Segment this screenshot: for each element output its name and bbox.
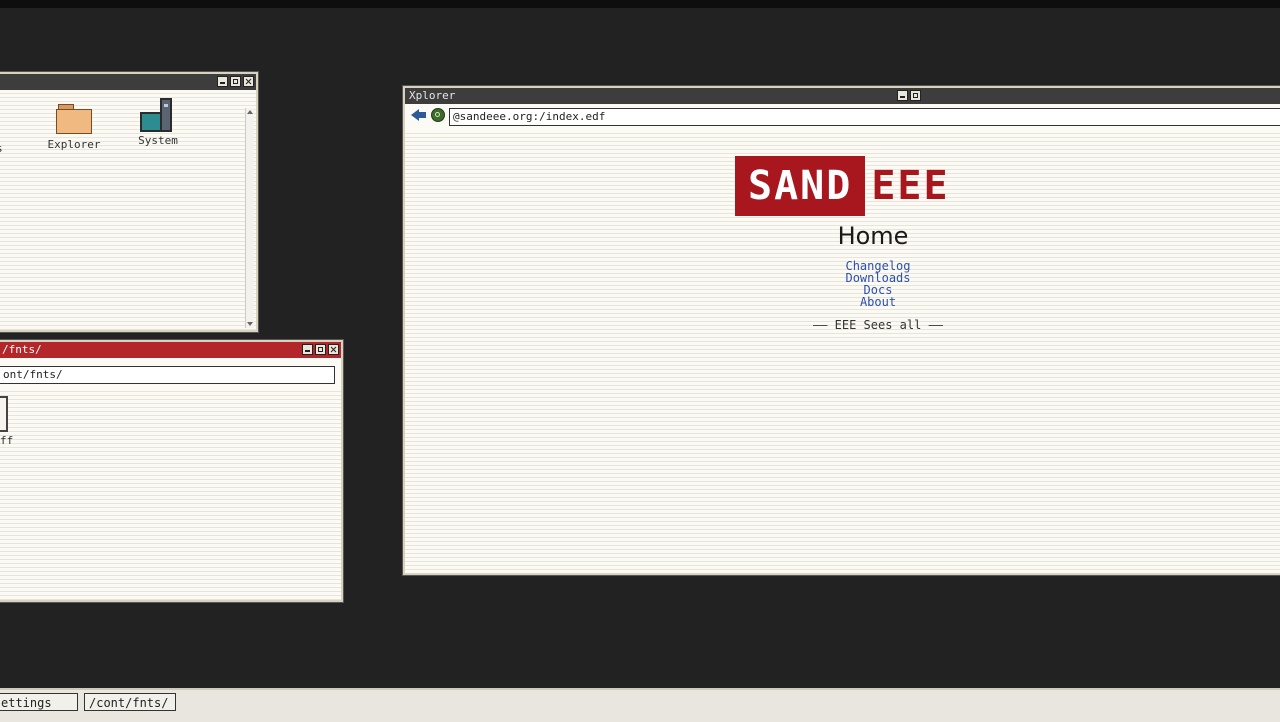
desktop-icons-window: ds Explorer System	[0, 72, 258, 332]
logo-eee: EEE	[871, 163, 950, 209]
sandeee-logo: SAND EEE	[735, 156, 950, 216]
icon-item-explorer[interactable]: Explorer	[34, 104, 114, 151]
desktop-window-titlebar[interactable]	[0, 74, 256, 90]
xplorer-window: Xplorer @sandeee.org:/index.edf SAND EEE…	[403, 86, 1280, 575]
taskbar-item-settings[interactable]: ettings	[0, 693, 78, 711]
maximize-icon[interactable]	[315, 344, 326, 355]
minimize-icon[interactable]	[897, 90, 908, 101]
file-label: ff	[0, 434, 14, 447]
folder-icon	[56, 104, 92, 134]
page-title: Home	[837, 222, 909, 250]
nav-links: Changelog Downloads Docs About	[405, 260, 1280, 308]
icon-label: System	[138, 134, 178, 147]
minimize-icon[interactable]	[217, 76, 228, 87]
close-icon[interactable]	[328, 344, 339, 355]
icon-item-system[interactable]: System	[118, 98, 198, 147]
top-bezel	[0, 0, 1280, 8]
logo-sand: SAND	[735, 156, 866, 216]
link-about[interactable]: About	[455, 296, 1280, 308]
file-icon[interactable]	[0, 396, 8, 432]
address-bar[interactable]: ont/fnts/	[0, 366, 335, 384]
refresh-icon[interactable]	[431, 108, 445, 122]
icon-label: ds	[0, 142, 36, 155]
desktop-window-content: ds Explorer System	[0, 90, 256, 330]
window-title: /fnts/	[2, 343, 42, 356]
webpage-content: SAND EEE Home Changelog Downloads Docs A…	[405, 130, 1280, 573]
maximize-icon[interactable]	[230, 76, 241, 87]
computer-icon	[138, 98, 178, 134]
icon-label: Explorer	[47, 138, 101, 151]
taskbar: ettings /cont/fnts/	[0, 688, 1280, 722]
xplorer-titlebar[interactable]: Xplorer	[405, 88, 1280, 104]
fonts-folder-window: /fnts/ ont/fnts/ ff	[0, 340, 343, 602]
tagline: —— EEE Sees all ——	[812, 318, 944, 332]
back-arrow-icon[interactable]	[411, 108, 427, 122]
minimize-icon[interactable]	[302, 344, 313, 355]
maximize-icon[interactable]	[910, 90, 921, 101]
fonts-window-content: ff	[0, 388, 341, 600]
vertical-scrollbar[interactable]	[245, 108, 254, 328]
taskbar-item-fonts[interactable]: /cont/fnts/	[84, 693, 176, 711]
window-title: Xplorer	[409, 89, 456, 102]
close-icon[interactable]	[243, 76, 254, 87]
fonts-window-titlebar[interactable]: /fnts/	[0, 342, 341, 358]
icon-item-downloads[interactable]: ds	[0, 138, 36, 155]
url-bar[interactable]: @sandeee.org:/index.edf	[449, 108, 1280, 126]
